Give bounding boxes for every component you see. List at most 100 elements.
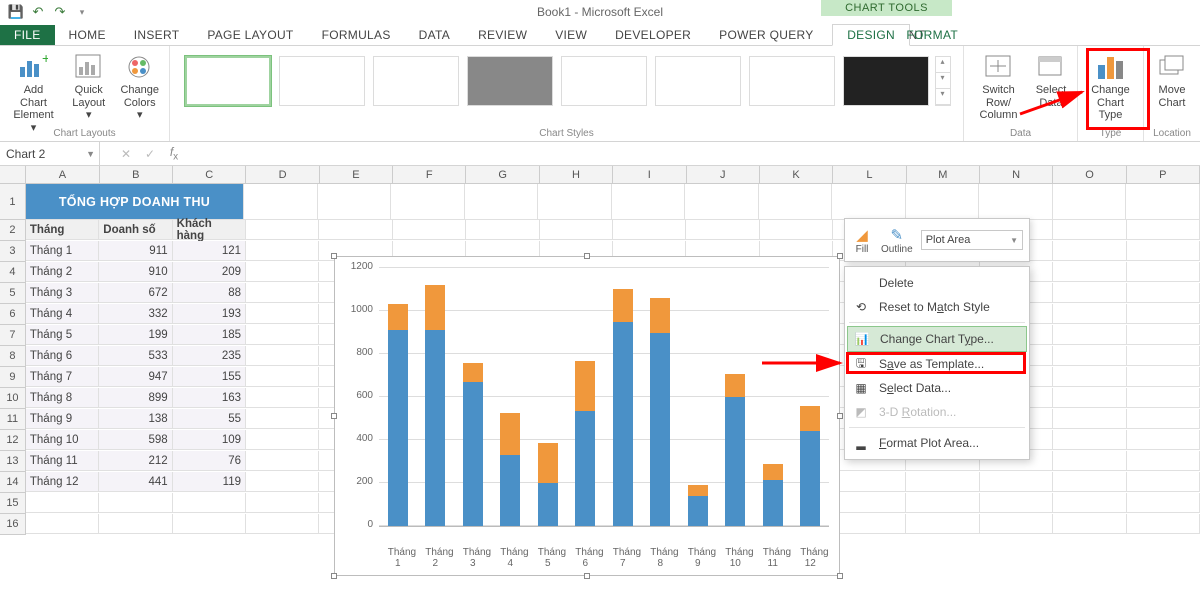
row-header[interactable]: 8: [0, 346, 26, 367]
cell[interactable]: [466, 220, 539, 240]
cell[interactable]: [1053, 346, 1126, 366]
cell[interactable]: [1053, 430, 1126, 450]
cell[interactable]: [465, 184, 539, 220]
chart-style-scroll[interactable]: ▴▾▾: [935, 56, 951, 106]
cell[interactable]: [244, 184, 318, 220]
cell[interactable]: [685, 184, 759, 220]
tab-power-query[interactable]: POWER QUERY: [705, 25, 827, 45]
row-header[interactable]: 6: [0, 304, 26, 325]
resize-handle[interactable]: [331, 413, 337, 419]
ctx-format-plot-area[interactable]: ▂Format Plot Area...: [845, 431, 1029, 455]
cell[interactable]: [246, 367, 319, 387]
cell[interactable]: [246, 262, 319, 282]
tab-file[interactable]: FILE: [0, 25, 55, 45]
col-header[interactable]: E: [320, 166, 393, 183]
cell[interactable]: [1053, 283, 1126, 303]
row-header[interactable]: 7: [0, 325, 26, 346]
cell[interactable]: [980, 472, 1053, 492]
cell[interactable]: [1127, 430, 1200, 450]
cell[interactable]: 199: [99, 325, 172, 345]
cell[interactable]: Tháng 1: [26, 241, 99, 261]
col-header[interactable]: M: [907, 166, 980, 183]
bar[interactable]: [763, 464, 783, 526]
cell[interactable]: [246, 451, 319, 471]
cell[interactable]: 55: [173, 409, 246, 429]
move-chart-button[interactable]: Move Chart: [1152, 50, 1192, 111]
cell[interactable]: Tháng 4: [26, 304, 99, 324]
cell[interactable]: [173, 493, 246, 513]
cell[interactable]: [1053, 409, 1126, 429]
name-box[interactable]: Chart 2 ▼: [0, 142, 100, 165]
redo-icon[interactable]: ↷: [52, 4, 68, 20]
save-icon[interactable]: 💾: [8, 4, 24, 20]
row-header[interactable]: 5: [0, 283, 26, 304]
cell[interactable]: [99, 514, 172, 534]
row-header[interactable]: 2: [0, 220, 26, 241]
cell[interactable]: [833, 514, 906, 534]
cell[interactable]: [832, 184, 906, 220]
cell[interactable]: [1127, 241, 1200, 261]
cell[interactable]: [1126, 184, 1200, 220]
col-header[interactable]: A: [26, 166, 99, 183]
tab-home[interactable]: HOME: [55, 25, 120, 45]
col-header[interactable]: F: [393, 166, 466, 183]
col-header[interactable]: P: [1127, 166, 1200, 183]
cell[interactable]: [1053, 493, 1126, 513]
cell[interactable]: [1127, 472, 1200, 492]
cell[interactable]: Tháng 7: [26, 367, 99, 387]
add-chart-element-button[interactable]: + Add Chart Element ▾: [6, 50, 61, 137]
bar[interactable]: [425, 285, 445, 526]
cell[interactable]: [1127, 220, 1200, 240]
row-header[interactable]: 1: [0, 184, 26, 220]
cell[interactable]: Tháng: [26, 220, 99, 240]
cell[interactable]: [538, 184, 612, 220]
cell[interactable]: 672: [99, 283, 172, 303]
cell[interactable]: [613, 220, 686, 240]
quick-layout-button[interactable]: Quick Layout ▾: [65, 50, 112, 137]
row-header[interactable]: 16: [0, 514, 26, 535]
row-header[interactable]: 11: [0, 409, 26, 430]
cell[interactable]: Tháng 6: [26, 346, 99, 366]
bar[interactable]: [575, 361, 595, 526]
resize-handle[interactable]: [837, 413, 843, 419]
chevron-down-icon[interactable]: ▼: [86, 149, 99, 159]
cell[interactable]: [1127, 325, 1200, 345]
resize-handle[interactable]: [584, 573, 590, 579]
row-header[interactable]: 14: [0, 472, 26, 493]
tab-data[interactable]: DATA: [405, 25, 464, 45]
row-header[interactable]: 12: [0, 430, 26, 451]
cell[interactable]: 598: [99, 430, 172, 450]
cell[interactable]: [980, 514, 1053, 534]
cancel-formula-icon[interactable]: ✕: [114, 147, 138, 161]
row-header[interactable]: 13: [0, 451, 26, 472]
tab-review[interactable]: REVIEW: [464, 25, 541, 45]
cell[interactable]: [1053, 184, 1127, 220]
bar[interactable]: [688, 485, 708, 526]
cell[interactable]: 209: [173, 262, 246, 282]
resize-handle[interactable]: [331, 573, 337, 579]
bar[interactable]: [388, 304, 408, 526]
row-header[interactable]: 10: [0, 388, 26, 409]
cell[interactable]: 441: [99, 472, 172, 492]
col-header[interactable]: N: [980, 166, 1053, 183]
tab-developer[interactable]: DEVELOPER: [601, 25, 705, 45]
row-header[interactable]: 3: [0, 241, 26, 262]
col-header[interactable]: J: [687, 166, 760, 183]
cell[interactable]: [906, 514, 979, 534]
cell[interactable]: [246, 472, 319, 492]
bar[interactable]: [538, 443, 558, 526]
cell[interactable]: [1053, 388, 1126, 408]
col-header[interactable]: G: [466, 166, 539, 183]
row-header[interactable]: 9: [0, 367, 26, 388]
cell[interactable]: [760, 220, 833, 240]
ctx-delete[interactable]: Delete: [845, 271, 1029, 295]
cell[interactable]: [1127, 283, 1200, 303]
cell[interactable]: Tháng 2: [26, 262, 99, 282]
cell[interactable]: [980, 493, 1053, 513]
tab-view[interactable]: VIEW: [541, 25, 601, 45]
select-all-corner[interactable]: [0, 166, 26, 183]
change-colors-button[interactable]: Change Colors ▾: [116, 50, 163, 137]
cell[interactable]: 332: [99, 304, 172, 324]
cell[interactable]: [979, 184, 1053, 220]
cell[interactable]: [906, 472, 979, 492]
